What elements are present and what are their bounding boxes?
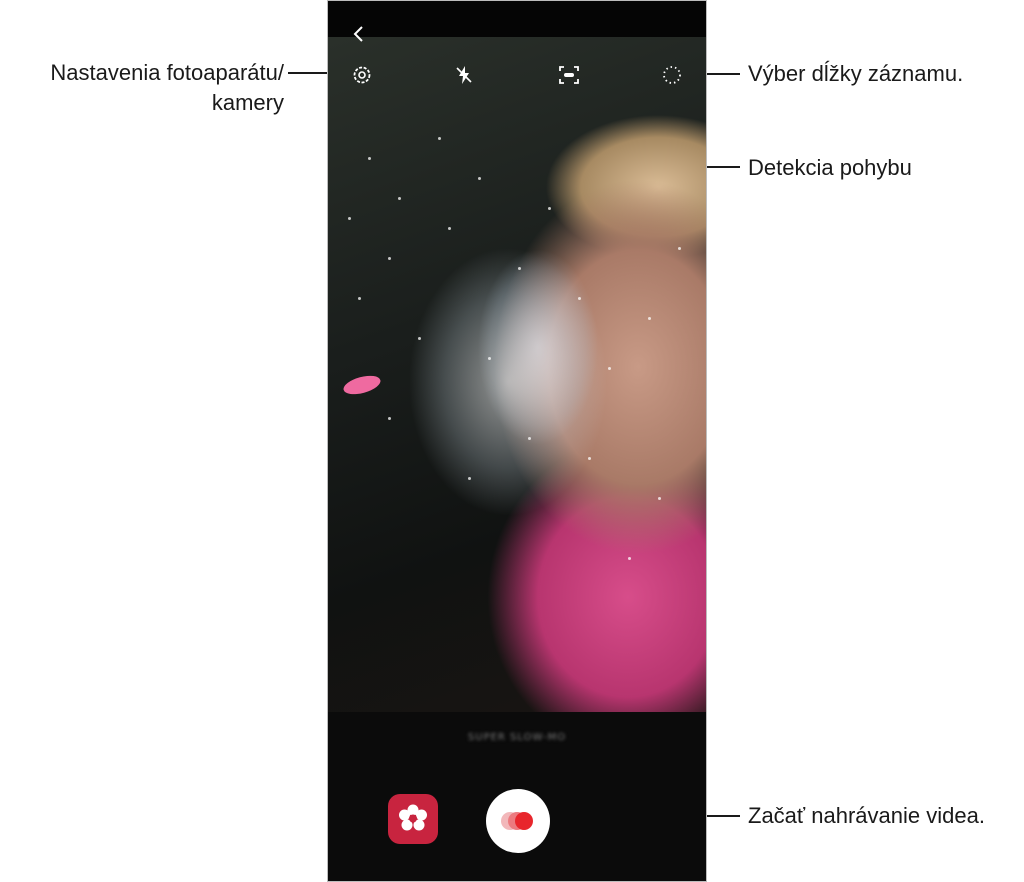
water-splash [408,247,608,517]
back-arrow-icon [353,26,363,42]
camera-top-controls [328,26,706,109]
record-button-icon [501,812,533,830]
gear-icon [353,66,371,84]
gallery-button[interactable] [388,794,438,844]
settings-callout-line2: kamery [211,90,284,115]
record-button[interactable] [486,789,550,853]
settings-callout-line1: Nastavenia fotoaparátu/ [50,60,284,85]
flash-button[interactable] [452,63,476,87]
flash-off-icon [456,66,472,84]
settings-callout: Nastavenia fotoaparátu/ kamery [8,58,284,118]
camera-bottom-bar: SUPER SLOW-MO [328,712,706,881]
back-button[interactable] [348,23,370,45]
motion-detection-icon [559,66,579,84]
recording-duration-button[interactable] [660,63,684,87]
motion-detection-button[interactable] [556,63,582,87]
shooting-mode-label[interactable]: SUPER SLOW-MO [328,732,706,743]
record-callout: Začať nahrávanie videa. [748,803,985,828]
balloon-fragment [341,372,383,398]
camera-viewfinder[interactable] [328,37,706,712]
duration-callout: Výber dĺžky záznamu. [748,61,964,86]
status-bar [328,1,706,37]
phone-screen: SUPER SLOW-MO [327,0,707,882]
motion-callout: Detekcia pohybu [748,155,912,180]
gallery-flower-icon [399,804,427,831]
recording-duration-icon [663,66,681,84]
settings-button[interactable] [350,63,374,87]
